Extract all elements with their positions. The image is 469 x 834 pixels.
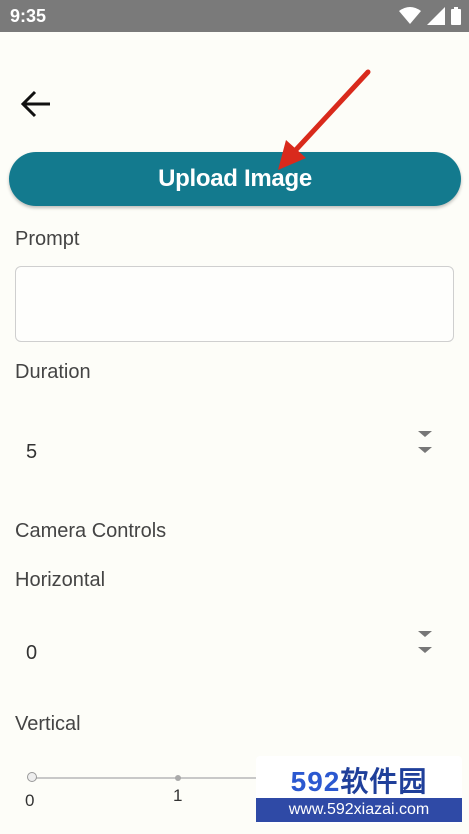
duration-value: 5 <box>26 441 38 463</box>
dropdown-caret-icon <box>418 431 432 453</box>
duration-label: Duration <box>15 361 91 383</box>
prompt-label: Prompt <box>15 228 80 250</box>
slider-tick <box>175 775 181 781</box>
slider-handle[interactable] <box>27 772 37 782</box>
watermark-title: 592软件园 <box>290 766 428 797</box>
back-arrow-icon <box>20 90 50 118</box>
dropdown-caret-icon <box>418 631 432 653</box>
prompt-input[interactable] <box>15 266 454 342</box>
battery-icon <box>451 7 461 25</box>
upload-image-label: Upload Image <box>158 165 312 192</box>
slider-mid-label: 1 <box>173 786 183 805</box>
horizontal-label: Horizontal <box>15 569 106 591</box>
vertical-label: Vertical <box>15 713 81 735</box>
status-icons <box>399 6 461 26</box>
watermark-logo: 592软件园 www.592xiazai.com <box>256 756 462 824</box>
back-button[interactable] <box>18 86 54 122</box>
watermark-url: www.592xiazai.com <box>256 798 462 822</box>
wifi-icon <box>399 7 421 24</box>
upload-image-button[interactable]: Upload Image <box>9 152 461 206</box>
horizontal-value: 0 <box>26 642 38 664</box>
signal-icon <box>427 7 445 25</box>
status-time: 9:35 <box>10 6 47 26</box>
camera-controls-heading: Camera Controls <box>15 520 167 542</box>
status-bar: 9:35 <box>0 0 469 32</box>
slider-min-label: 0 <box>25 791 35 810</box>
